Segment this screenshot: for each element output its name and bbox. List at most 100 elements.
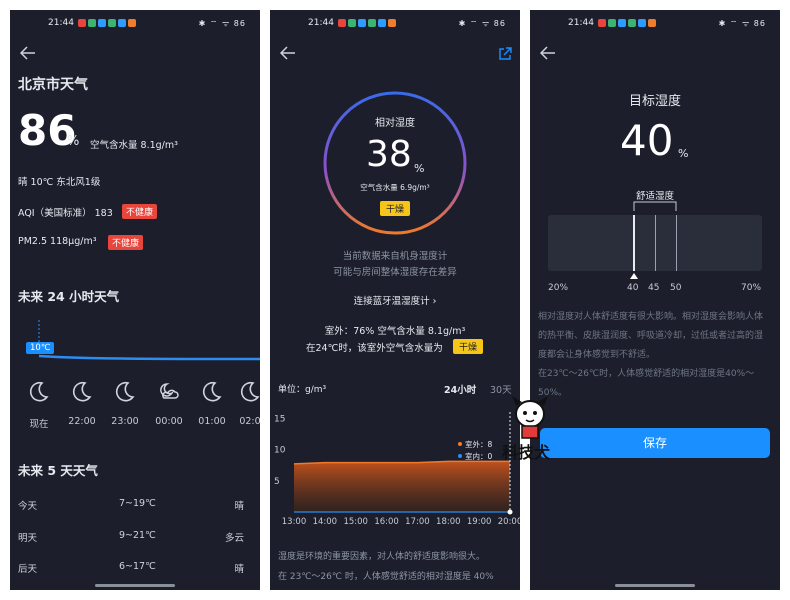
save-button[interactable]: 保存	[540, 428, 770, 458]
humidity-unit: %	[67, 134, 80, 149]
status-time: 21:44	[48, 18, 74, 28]
x-tick-label: 14:00	[313, 517, 338, 527]
day-row: 今天 7~19℃ 晴	[18, 498, 244, 512]
series-outdoor-area	[294, 461, 510, 512]
open-external-icon[interactable]	[498, 46, 512, 65]
x-tick-label: 15:00	[343, 517, 368, 527]
slider-handle[interactable]	[633, 215, 635, 271]
back-arrow-icon[interactable]	[539, 46, 558, 60]
status-bar: 21:44 ✱ ⌔ ᯤ 86	[530, 10, 780, 36]
moon-icon	[72, 381, 92, 402]
back-arrow-icon[interactable]	[19, 46, 38, 60]
hourly-title: 未来 24 小时天气	[18, 289, 120, 304]
legend-indoor-dot	[458, 454, 462, 458]
moon-cloud-icon	[160, 383, 179, 399]
status-bar: 21:44 ✱ ⌔ ᯤ 86	[270, 10, 520, 36]
hour-item: 01:00	[194, 380, 230, 427]
hour-label: 23:00	[111, 416, 139, 427]
humidity-screen: 21:44 ✱ ⌔ ᯤ 86 相对湿度 38 % 空气含水量 6.9g/m³ 干…	[270, 10, 520, 590]
note-line-2: 可能与房间整体湿度存在差异	[333, 267, 457, 278]
home-indicator[interactable]	[95, 584, 175, 587]
moon-icon	[29, 381, 49, 402]
notification-icons	[78, 19, 136, 27]
day-row: 明天 9~21℃ 多云	[18, 530, 244, 544]
water-content: 空气含水量 8.1g/m³	[90, 140, 178, 151]
legend-outdoor-dot	[458, 442, 462, 446]
unit-label: 单位：g/m³	[278, 385, 327, 395]
system-icons: ✱ ⌔ ᯤ 86	[718, 19, 766, 28]
weather-line: 晴 10℃ 东北风1级	[18, 177, 101, 188]
moon-icon	[115, 381, 135, 402]
notification-icons	[338, 19, 396, 27]
dog-mascot-icon: 科技犬	[502, 396, 551, 462]
hour-item: 00:00	[151, 380, 187, 427]
ring-water: 空气含水量 6.9g/m³	[360, 183, 430, 192]
notification-icons	[598, 19, 656, 27]
day-cond: 晴	[234, 564, 244, 575]
note-line-1: 当前数据来自机身湿度计	[342, 251, 448, 262]
status-time: 21:44	[308, 18, 334, 28]
slider-mark	[655, 215, 656, 271]
system-icons: ✱ ⌔ ᯤ 86	[198, 19, 246, 28]
hour-label: 现在	[29, 419, 49, 430]
cursor-dot	[507, 509, 513, 515]
current-temp-tag: 10℃	[26, 342, 55, 354]
slider-mark	[676, 215, 677, 271]
day-range: 9~21℃	[119, 530, 156, 541]
day-range: 6~17℃	[119, 561, 156, 572]
city-title: 北京市天气	[18, 77, 88, 93]
description: 相对湿度对人体舒适度有很大影响。相对湿度会影响人体的热平衡、皮肤湿润度、呼吸道冷…	[538, 312, 764, 360]
x-tick-label: 20:00	[498, 517, 520, 527]
hourly-temp-line	[38, 320, 260, 361]
target-humidity-screen: 21:44 ✱ ⌔ ᯤ 86 目标湿度 40 % 舒适湿度 20% 40 45 …	[530, 10, 780, 590]
hour-item: 02:0	[232, 380, 260, 427]
legend-outdoor-label: 室外：8	[465, 439, 492, 449]
desc-line-1: 湿度是环境的重要因素，对人体的舒适度影响很大。	[278, 552, 486, 562]
pm-label: PM2.5 118μg/m³	[18, 236, 97, 247]
x-tick-label: 19:00	[467, 517, 492, 527]
hour-item: 23:00	[107, 380, 143, 427]
y-tick-label: 15	[274, 414, 285, 424]
back-arrow-icon[interactable]	[279, 46, 298, 60]
scale-min: 20%	[548, 283, 569, 293]
indoor-dry-badge: 干燥	[453, 339, 484, 354]
hour-label: 22:00	[68, 416, 96, 427]
scale-45: 45	[648, 283, 660, 293]
hour-label: 01:00	[198, 416, 226, 427]
day-name: 明天	[18, 533, 38, 544]
humidity-chart: 5 10 15 13:00 14:00 15:00 16:00 17:00 18:00 19:00…	[274, 412, 520, 527]
connect-bluetooth-link[interactable]: 连接蓝牙温湿度计 ›	[270, 293, 520, 307]
watermark-text: 科技犬	[502, 443, 551, 462]
day-range: 7~19℃	[119, 498, 156, 509]
target-title: 目标湿度	[628, 94, 681, 109]
status-time: 21:44	[568, 18, 594, 28]
desc-line-2: 在 23℃～26℃ 时，人体感觉舒适的相对湿度是 40%	[278, 572, 494, 582]
tab-24h[interactable]: 24小时	[444, 382, 476, 396]
indoor-line: 在24℃时，该室外空气含水量为	[306, 343, 443, 354]
hour-label: 00:00	[155, 416, 183, 427]
hour-item: 现在	[21, 380, 57, 430]
description-2: 在23℃～26℃时，人体感觉舒适的相对湿度是40%～50%。	[538, 369, 755, 398]
watermark-logo: 科技犬	[500, 392, 560, 462]
x-tick-label: 13:00	[282, 517, 307, 527]
target-unit: %	[678, 147, 689, 160]
slider-pointer-icon	[630, 273, 638, 279]
x-tick-label: 16:00	[374, 517, 399, 527]
aqi-label: AQI（美国标准） 183	[18, 208, 113, 219]
scale-50: 50	[670, 283, 682, 293]
moon-icon	[202, 381, 222, 402]
system-icons: ✱ ⌔ ᯤ 86	[458, 19, 506, 28]
legend-indoor-label: 室内：0	[465, 451, 492, 461]
ring-dry-badge: 干燥	[380, 201, 411, 216]
outdoor-line: 室外：76% 空气含水量 8.1g/m³	[324, 326, 466, 337]
ring-title: 相对湿度	[375, 118, 415, 129]
scale-40: 40	[627, 283, 639, 293]
x-tick-label: 17:00	[405, 517, 430, 527]
daily-title: 未来 5 天天气	[18, 463, 98, 478]
ring-value: 38	[366, 134, 412, 175]
hour-item: 22:00	[64, 380, 100, 427]
day-cond: 多云	[224, 533, 244, 544]
aqi-badge: 不健康	[122, 204, 158, 219]
home-indicator[interactable]	[615, 584, 695, 587]
ring-unit: %	[414, 162, 425, 175]
